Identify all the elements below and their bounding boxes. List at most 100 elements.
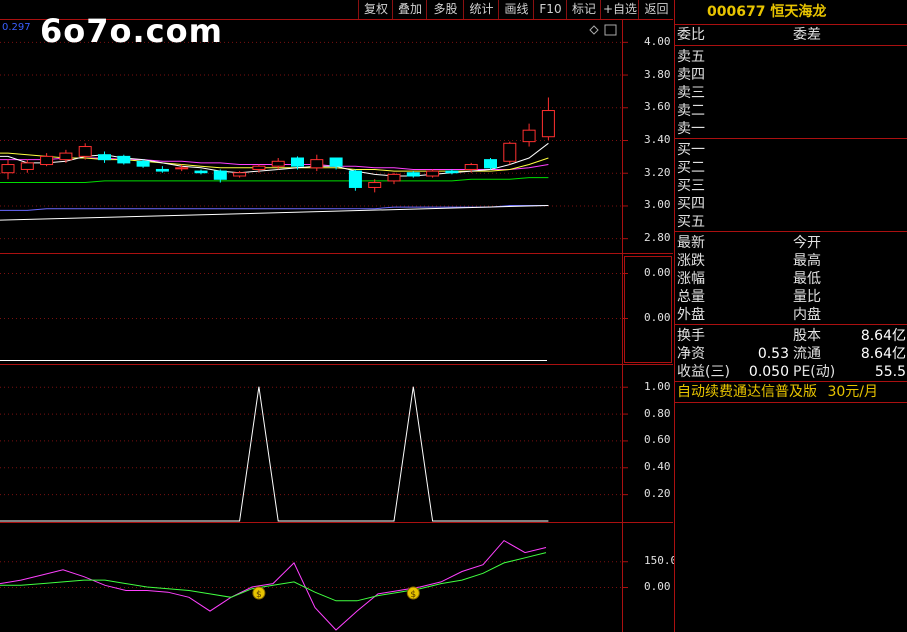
fund-value-2: 55.5 bbox=[874, 364, 906, 380]
candle-body bbox=[155, 168, 169, 172]
candle-body bbox=[78, 146, 92, 157]
ma-line-green bbox=[0, 177, 549, 183]
fund-value: 0.53 bbox=[757, 346, 789, 362]
sell-level-label: 卖二 bbox=[677, 103, 705, 119]
toolbar-button-5[interactable]: F10 bbox=[533, 0, 567, 19]
candle-body bbox=[20, 162, 34, 170]
quote-label-right: 量比 bbox=[793, 289, 821, 305]
quote-row: 外盘 内盘 bbox=[675, 306, 907, 324]
sell-level-row: 卖四 bbox=[675, 66, 907, 84]
candle-body bbox=[194, 170, 208, 174]
candle-body bbox=[484, 159, 497, 169]
sell-level-label: 卖一 bbox=[677, 121, 705, 137]
toolbar-button-3[interactable]: 统计 bbox=[463, 0, 499, 19]
buy-level-row: 买二 bbox=[675, 159, 907, 177]
candle-body bbox=[98, 154, 111, 161]
fund-label-2: 流通 bbox=[793, 346, 821, 362]
quote-label-left: 总量 bbox=[677, 289, 705, 305]
candle-body bbox=[368, 182, 382, 188]
y-tick-label: 2.80 bbox=[644, 231, 671, 245]
fund-value: 0.050 bbox=[748, 364, 789, 380]
ma-line-white-long bbox=[0, 204, 549, 221]
watermark: 6o7o.com bbox=[40, 12, 223, 50]
fundamental-row: 换手 股本 8.64亿 bbox=[675, 327, 907, 345]
buy-level-row: 买五 bbox=[675, 213, 907, 231]
y-tick-label: 0.00 bbox=[644, 580, 671, 594]
quote-panel: 000677 恒天海龙 委比 委差 卖五 卖四 卖三 卖二 卖一 买一 买二 买三 买四 买五 … bbox=[674, 0, 907, 632]
sell-levels: 卖五卖四卖三卖二卖一 bbox=[675, 46, 907, 138]
ad-price: 30元/月 bbox=[827, 384, 878, 400]
chart-canvas[interactable]: $ $ bbox=[0, 0, 673, 632]
candle-body bbox=[445, 170, 459, 174]
panel-toggle-icon bbox=[604, 24, 617, 36]
candle-body bbox=[387, 173, 401, 182]
y-tick-label: 0.20 bbox=[644, 487, 671, 501]
candle-body bbox=[291, 157, 304, 167]
toolbar-button-1[interactable]: 叠加 bbox=[392, 0, 427, 19]
candle-body bbox=[406, 172, 420, 177]
quote-label-left: 外盘 bbox=[677, 307, 705, 323]
buy-level-label: 买一 bbox=[677, 142, 705, 158]
sell-level-row: 卖五 bbox=[675, 48, 907, 66]
spike-line bbox=[0, 386, 549, 522]
sell-level-label: 卖三 bbox=[677, 85, 705, 101]
stock-code: 000677 bbox=[707, 4, 766, 20]
toolbar-button-4[interactable]: 画线 bbox=[498, 0, 534, 19]
y-tick-label: 0.40 bbox=[644, 460, 671, 474]
quote-label-right: 最低 bbox=[793, 271, 821, 287]
candle-body bbox=[426, 170, 440, 177]
quote-row: 涨幅 最低 bbox=[675, 270, 907, 288]
buy-levels: 买一 买二 买三 买四 买五 bbox=[675, 139, 907, 231]
y-tick-label: 3.60 bbox=[644, 100, 671, 114]
candle-body bbox=[59, 152, 73, 161]
quote-row: 总量 量比 bbox=[675, 288, 907, 306]
fund-label: 收益(三) bbox=[677, 364, 730, 380]
candle-body bbox=[464, 164, 478, 170]
subscription-ad[interactable]: 自动续费通达信普及版 30元/月 bbox=[675, 382, 907, 403]
quote-row: 涨跌 最高 bbox=[675, 252, 907, 270]
quote-label-left: 涨幅 bbox=[677, 271, 705, 287]
candle-body bbox=[40, 155, 54, 166]
order-book-header: 委比 委差 bbox=[675, 25, 907, 46]
quote-label-left: 涨跌 bbox=[677, 253, 705, 269]
toolbar-button-7[interactable]: +自选 bbox=[600, 0, 639, 19]
sell-level-row: 卖三 bbox=[675, 84, 907, 102]
fund-value-2: 8.64亿 bbox=[860, 328, 906, 344]
ad-text: 自动续费通达信普及版 bbox=[677, 384, 817, 400]
stock-name: 恒天海龙 bbox=[770, 4, 827, 20]
y-tick-label: 0.00 bbox=[644, 266, 671, 279]
y-tick-label: 0.60 bbox=[644, 433, 671, 447]
sell-level-label: 卖五 bbox=[677, 49, 705, 65]
quote-row: 最新 今开 bbox=[675, 234, 907, 252]
quote-stats: 最新 今开 涨跌 最高 涨幅 最低总量 量比 外盘 内盘 bbox=[675, 232, 907, 324]
sell-level-row: 卖二 bbox=[675, 102, 907, 120]
toolbar-button-0[interactable]: 复权 bbox=[358, 0, 393, 19]
candle-body bbox=[522, 129, 536, 143]
toolbar-button-2[interactable]: 多股 bbox=[426, 0, 464, 19]
stock-header: 000677 恒天海龙 bbox=[675, 0, 907, 25]
y-tick-label: 4.00 bbox=[644, 34, 671, 48]
candle-body bbox=[310, 159, 324, 169]
candle-body bbox=[503, 142, 517, 162]
fund-label: 换手 bbox=[677, 328, 705, 344]
fund-value-2: 8.64亿 bbox=[860, 346, 906, 362]
y-tick-label: 1.00 bbox=[644, 379, 671, 393]
candle-body bbox=[348, 170, 362, 188]
buy-level-label: 买五 bbox=[677, 214, 705, 230]
sell-level-label: 卖四 bbox=[677, 67, 705, 83]
osc-line-green bbox=[0, 552, 547, 602]
candle-body bbox=[1, 164, 15, 174]
candle-body bbox=[136, 160, 150, 167]
fund-label-2: PE(动) bbox=[793, 364, 836, 380]
buy-level-label: 买四 bbox=[677, 196, 705, 212]
sell-level-row: 卖一 bbox=[675, 120, 907, 138]
toolbar-button-6[interactable]: 标记 bbox=[566, 0, 601, 19]
candle-body bbox=[213, 170, 227, 180]
toolbar-button-8[interactable]: 返回 bbox=[638, 0, 674, 19]
quote-label-left: 最新 bbox=[677, 235, 705, 251]
candle-body bbox=[329, 157, 343, 167]
fundamental-row: 净资 0.53 流通 8.64亿 bbox=[675, 345, 907, 363]
chart-area[interactable]: $ $ 6o7o.com 0.297 复权 叠加 多股 统计 画线 F10 标记 +自选 返回 4… bbox=[0, 0, 677, 632]
buy-level-label: 买二 bbox=[677, 160, 705, 176]
y-tick-label: 3.80 bbox=[644, 67, 671, 81]
